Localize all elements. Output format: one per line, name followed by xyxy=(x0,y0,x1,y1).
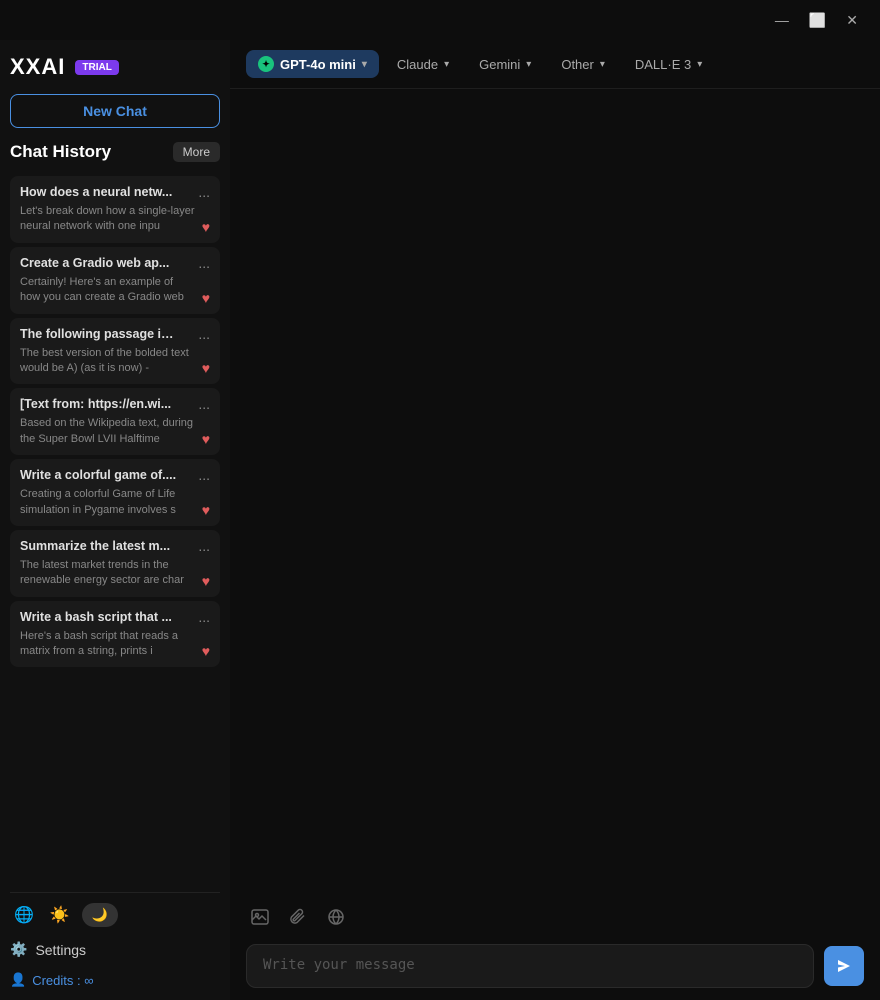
message-input[interactable] xyxy=(246,944,814,988)
logo-area: XXAI TRIAL xyxy=(10,50,220,84)
favorite-icon[interactable]: ♥ xyxy=(202,643,210,659)
chevron-down-icon: ▾ xyxy=(526,59,531,70)
chevron-down-icon: ▾ xyxy=(362,59,367,70)
list-item[interactable]: Write a bash script that ... ... Here's … xyxy=(10,601,220,668)
chat-item-preview: The best version of the bolded text woul… xyxy=(20,346,196,377)
tab-gpt4o-mini[interactable]: ✦ GPT-4o mini ▾ xyxy=(246,50,379,78)
chat-item-title: Write a bash script that ... xyxy=(20,610,172,624)
theme-light-button[interactable]: ☀️ xyxy=(46,901,74,929)
maximize-button[interactable]: ⬜ xyxy=(803,10,832,31)
credits-row: 👤 Credits : ∞ xyxy=(10,970,220,990)
credits-icon: 👤 xyxy=(10,972,26,988)
input-box-row xyxy=(246,944,864,988)
favorite-icon[interactable]: ♥ xyxy=(202,360,210,376)
input-area xyxy=(230,891,880,1000)
image-upload-button[interactable] xyxy=(246,903,274,936)
chat-item-preview: Here's a bash script that reads a matrix… xyxy=(20,629,196,660)
trial-badge: TRIAL xyxy=(75,60,118,75)
model-tabs: ✦ GPT-4o mini ▾ Claude ▾ Gemini ▾ Other … xyxy=(230,40,880,89)
tab-other-label: Other xyxy=(561,57,594,72)
tab-claude[interactable]: Claude ▾ xyxy=(385,51,461,78)
chevron-down-icon: ▾ xyxy=(697,59,702,70)
theme-toggles: 🌐 ☀️ 🌙 xyxy=(10,901,220,929)
list-item[interactable]: How does a neural netw... ... Let's brea… xyxy=(10,176,220,243)
chat-item-menu[interactable]: ... xyxy=(198,467,210,483)
settings-row[interactable]: ⚙️ Settings xyxy=(10,937,220,962)
theme-planet-button[interactable]: 🌐 xyxy=(10,901,38,929)
tab-claude-label: Claude xyxy=(397,57,438,72)
attachment-button[interactable] xyxy=(284,903,312,936)
app-logo: XXAI xyxy=(10,54,65,80)
more-button[interactable]: More xyxy=(173,142,220,162)
chat-item-preview: Let's break down how a single-layer neur… xyxy=(20,204,196,235)
send-button[interactable] xyxy=(824,946,864,986)
chat-item-menu[interactable]: ... xyxy=(198,396,210,412)
tab-gemini[interactable]: Gemini ▾ xyxy=(467,51,543,78)
tab-dalle3-label: DALL·E 3 xyxy=(635,57,691,72)
tab-dalle3[interactable]: DALL·E 3 ▾ xyxy=(623,51,714,78)
settings-label: Settings xyxy=(35,942,86,958)
chat-item-title: [Text from: https://en.wi... xyxy=(20,397,171,411)
chat-item-menu[interactable]: ... xyxy=(198,538,210,554)
theme-dark-button[interactable]: 🌙 xyxy=(82,903,118,927)
tab-gpt4o-mini-label: GPT-4o mini xyxy=(280,57,356,72)
favorite-icon[interactable]: ♥ xyxy=(202,219,210,235)
input-toolbar xyxy=(246,903,864,936)
chat-item-menu[interactable]: ... xyxy=(198,184,210,200)
gpt-icon: ✦ xyxy=(258,56,274,72)
sidebar-bottom: 🌐 ☀️ 🌙 ⚙️ Settings 👤 Credits : ∞ xyxy=(10,892,220,990)
favorite-icon[interactable]: ♥ xyxy=(202,502,210,518)
list-item[interactable]: The following passage is.... ... The bes… xyxy=(10,318,220,385)
chat-item-preview: Creating a colorful Game of Life simulat… xyxy=(20,487,196,518)
tab-gemini-label: Gemini xyxy=(479,57,520,72)
chat-item-title: Summarize the latest m... xyxy=(20,539,170,553)
chevron-down-icon: ▾ xyxy=(444,59,449,70)
tab-other[interactable]: Other ▾ xyxy=(549,51,617,78)
window-controls: — ⬜ ✕ xyxy=(769,10,864,31)
top-bar: — ⬜ ✕ xyxy=(0,0,880,40)
list-item[interactable]: [Text from: https://en.wi... ... Based o… xyxy=(10,388,220,455)
chat-area xyxy=(230,89,880,891)
chat-history-title: Chat History xyxy=(10,142,111,162)
chat-history-header: Chat History More xyxy=(10,138,220,166)
favorite-icon[interactable]: ♥ xyxy=(202,573,210,589)
favorite-icon[interactable]: ♥ xyxy=(202,431,210,447)
chat-item-title: How does a neural netw... xyxy=(20,185,172,199)
chat-item-menu[interactable]: ... xyxy=(198,326,210,342)
chat-item-preview: Certainly! Here's an example of how you … xyxy=(20,275,196,306)
sidebar: XXAI TRIAL New Chat Chat History More Ho… xyxy=(0,40,230,1000)
chat-item-title: The following passage is.... xyxy=(20,327,180,341)
chat-list: How does a neural netw... ... Let's brea… xyxy=(10,176,220,882)
chat-item-menu[interactable]: ... xyxy=(198,255,210,271)
list-item[interactable]: Summarize the latest m... ... The latest… xyxy=(10,530,220,597)
list-item[interactable]: Create a Gradio web ap... ... Certainly!… xyxy=(10,247,220,314)
moon-icon: 🌙 xyxy=(92,907,108,923)
chat-item-title: Create a Gradio web ap... xyxy=(20,256,169,270)
main-layout: XXAI TRIAL New Chat Chat History More Ho… xyxy=(0,40,880,1000)
chevron-down-icon: ▾ xyxy=(600,59,605,70)
credits-label: Credits : ∞ xyxy=(32,973,93,988)
list-item[interactable]: Write a colorful game of.... ... Creatin… xyxy=(10,459,220,526)
settings-icon: ⚙️ xyxy=(10,941,27,958)
chat-item-title: Write a colorful game of.... xyxy=(20,468,176,482)
new-chat-button[interactable]: New Chat xyxy=(10,94,220,128)
chat-item-preview: The latest market trends in the renewabl… xyxy=(20,558,196,589)
minimize-button[interactable]: — xyxy=(769,10,795,31)
close-button[interactable]: ✕ xyxy=(840,10,864,31)
favorite-icon[interactable]: ♥ xyxy=(202,290,210,306)
globe-button[interactable] xyxy=(322,903,350,936)
main-content: ✦ GPT-4o mini ▾ Claude ▾ Gemini ▾ Other … xyxy=(230,40,880,1000)
chat-item-preview: Based on the Wikipedia text, during the … xyxy=(20,416,196,447)
chat-item-menu[interactable]: ... xyxy=(198,609,210,625)
